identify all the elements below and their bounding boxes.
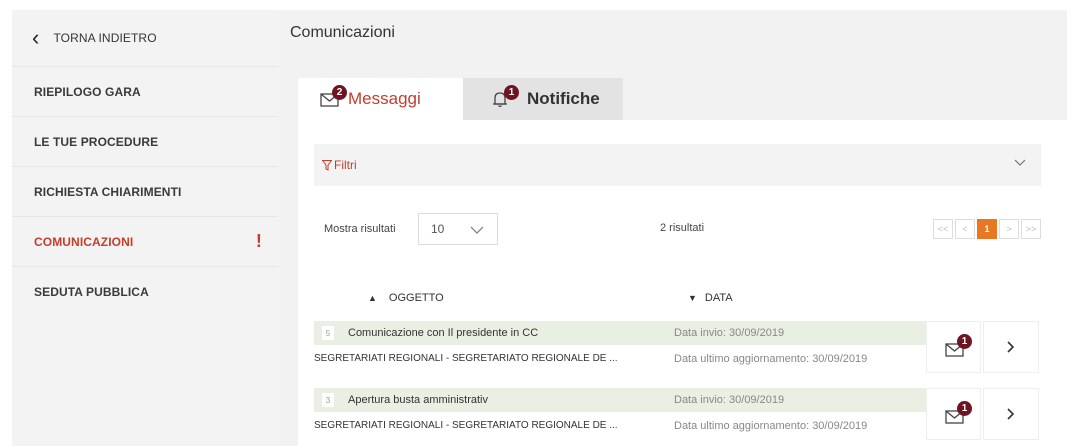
messages-badge: 2 <box>332 85 347 100</box>
sort-desc-icon: ▼ <box>688 293 697 303</box>
table-row[interactable]: 3 Apertura busta amministrativ Data invi… <box>314 388 1041 440</box>
sidebar-item-comunicazioni[interactable]: COMUNICAZIONI ! <box>12 217 278 267</box>
message-header-band: 3 Apertura busta amministrativ Data invi… <box>314 388 926 412</box>
sidebar-item-seduta-pubblica[interactable]: SEDUTA PUBBLICA <box>12 267 278 317</box>
alert-icon: ! <box>255 231 262 251</box>
results-toolbar: Mostra risultati 10 2 risultati << < 1 >… <box>324 213 1041 245</box>
pager-prev-button[interactable]: < <box>955 219 975 239</box>
sidebar-item-label: LE TUE PROCEDURE <box>34 134 159 149</box>
message-subject: Apertura busta amministrativ <box>348 394 488 406</box>
message-subject: Comunicazione con Il presidente in CC <box>348 327 539 339</box>
column-label: DATA <box>704 292 733 304</box>
show-results-label: Mostra risultati <box>324 223 396 235</box>
sidebar-item-label: SEDUTA PUBBLICA <box>34 285 149 299</box>
message-cell: 3 Apertura busta amministrativ Data invi… <box>314 388 926 440</box>
message-header-band: 5 Comunicazione con Il presidente in CC … <box>314 321 926 345</box>
message-sender: SEGRETARIATI REGIONALI - SEGRETARIATO RE… <box>314 353 618 364</box>
messages-panel: Filtri Mostra risultati 10 2 risultati <… <box>298 120 1067 446</box>
message-date: Data invio: 30/09/2019 <box>674 327 785 339</box>
open-message-button[interactable] <box>983 388 1039 440</box>
pager-first-button[interactable]: << <box>933 219 953 239</box>
filter-icon <box>322 159 332 171</box>
tab-notifiche[interactable]: 1 Notifiche <box>463 78 623 120</box>
filter-label: Filtri <box>334 158 357 172</box>
sidebar: ‹ TORNA INDIETRO RIEPILOGO GARA LE TUE P… <box>12 10 278 446</box>
page-size-value: 10 <box>431 222 445 236</box>
notifications-badge: 1 <box>504 85 519 100</box>
envelope-icon: 1 <box>945 334 972 358</box>
tab-label: Notifiche <box>527 89 600 108</box>
message-updated: Data ultimo aggiornamento: 30/09/2019 <box>674 353 868 365</box>
bell-icon: 1 <box>491 85 519 108</box>
filter-toggle[interactable]: Filtri <box>314 144 1041 186</box>
message-date: Data invio: 30/09/2019 <box>674 394 785 406</box>
sidebar-item-riepilogo-gara[interactable]: RIEPILOGO GARA <box>12 67 278 117</box>
results-count: 2 risultati <box>660 222 705 234</box>
back-button[interactable]: ‹ TORNA INDIETRO <box>12 10 278 67</box>
pager-last-button[interactable]: >> <box>1021 219 1041 239</box>
chevron-down-icon <box>470 226 484 234</box>
sort-asc-icon: ▲ <box>368 293 377 303</box>
message-number: 3 <box>322 393 334 407</box>
message-number: 5 <box>322 326 334 340</box>
message-status-cell: 1 <box>926 388 981 440</box>
open-message-button[interactable] <box>983 321 1039 373</box>
back-label: TORNA INDIETRO <box>53 31 157 45</box>
pager-page-1-button[interactable]: 1 <box>977 219 997 239</box>
sidebar-item-label: RICHIESTA CHIARIMENTI <box>34 184 182 199</box>
chevron-left-icon: ‹ <box>32 25 40 50</box>
tab-bar: 2 Messaggi 1 Notifiche <box>298 78 623 120</box>
sidebar-item-label: COMUNICAZIONI <box>34 234 134 249</box>
column-label: OGGETTO <box>388 292 444 304</box>
tab-messaggi[interactable]: 2 Messaggi <box>298 78 463 120</box>
page-size-select[interactable]: 10 <box>418 213 498 245</box>
message-badge: 1 <box>957 401 972 416</box>
table-row[interactable]: 5 Comunicazione con Il presidente in CC … <box>314 321 1041 373</box>
pagination: << < 1 > >> <box>933 219 1041 239</box>
column-header-data[interactable]: ▼ DATA <box>688 292 733 304</box>
message-updated: Data ultimo aggiornamento: 30/09/2019 <box>674 420 868 432</box>
sidebar-item-le-tue-procedure[interactable]: LE TUE PROCEDURE <box>12 117 278 167</box>
chevron-right-icon <box>1007 341 1015 353</box>
tab-label: Messaggi <box>348 89 421 108</box>
envelope-icon: 2 <box>320 85 347 108</box>
chevron-down-icon <box>1014 159 1026 166</box>
message-sender: SEGRETARIATI REGIONALI - SEGRETARIATO RE… <box>314 420 618 431</box>
column-header-oggetto[interactable]: ▲ OGGETTO <box>368 292 444 304</box>
pager-next-button[interactable]: > <box>999 219 1019 239</box>
message-cell: 5 Comunicazione con Il presidente in CC … <box>314 321 926 373</box>
envelope-icon: 1 <box>945 401 972 425</box>
message-status-cell: 1 <box>926 321 981 373</box>
sidebar-item-richiesta-chiarimenti[interactable]: RICHIESTA CHIARIMENTI <box>12 167 278 217</box>
page-title: Comunicazioni <box>290 24 395 41</box>
chevron-right-icon <box>1007 408 1015 420</box>
message-badge: 1 <box>957 334 972 349</box>
main-content: Comunicazioni 2 Messaggi 1 Notifiche Fil… <box>278 10 1067 446</box>
sidebar-item-label: RIEPILOGO GARA <box>34 84 141 99</box>
